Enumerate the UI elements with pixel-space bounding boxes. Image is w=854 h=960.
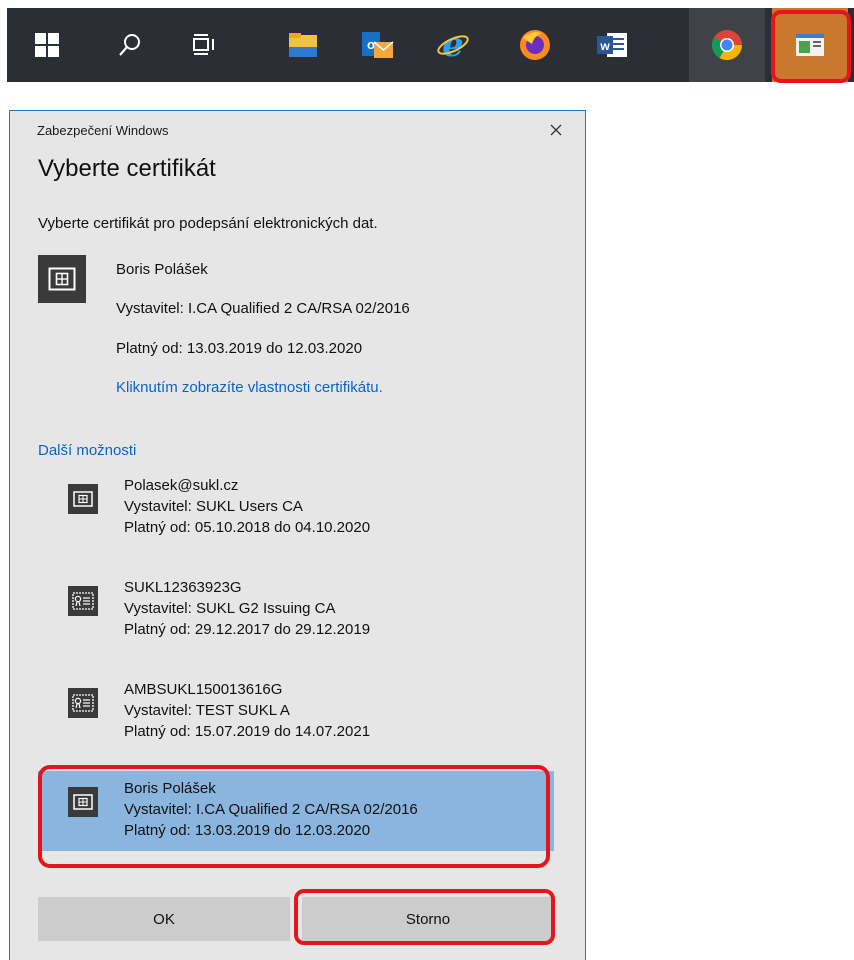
outlook-button[interactable]: o <box>349 8 405 82</box>
task-view-button[interactable] <box>177 8 233 82</box>
certificate-list-item[interactable]: AMBSUKL150013616G Vystavitel: TEST SUKL … <box>38 672 554 752</box>
word-icon: w <box>597 33 627 57</box>
search-icon <box>119 34 140 56</box>
close-button[interactable] <box>542 117 570 143</box>
certificate-list-item[interactable]: Polasek@sukl.cz Vystavitel: SUKL Users C… <box>38 468 554 548</box>
outlook-icon: o <box>362 32 394 58</box>
taskbar-highlight-frame <box>771 10 851 83</box>
firefox-button[interactable] <box>507 8 563 82</box>
cert-issuer: Vystavitel: SUKL Users CA <box>124 498 303 515</box>
file-explorer-button[interactable] <box>275 8 331 82</box>
chrome-button[interactable] <box>689 8 765 82</box>
cert-name: AMBSUKL150013616G <box>124 681 283 698</box>
certificate-badge-icon <box>68 688 98 718</box>
selected-cert-issuer: Vystavitel: I.CA Qualified 2 CA/RSA 02/2… <box>116 300 410 317</box>
firefox-icon <box>520 30 550 60</box>
cert-issuer: Vystavitel: SUKL G2 Issuing CA <box>124 600 336 617</box>
internet-explorer-button[interactable]: e <box>425 8 481 82</box>
certificate-properties-link[interactable]: Kliknutím zobrazíte vlastnosti certifiká… <box>116 379 383 396</box>
cert-validity: Platný od: 15.07.2019 do 14.07.2021 <box>124 723 371 740</box>
selected-cert-validity: Platný od: 13.03.2019 do 12.03.2020 <box>116 340 363 357</box>
svg-text:e: e <box>442 28 464 62</box>
internet-explorer-icon: e <box>437 28 469 62</box>
chrome-icon <box>711 30 742 61</box>
ok-button[interactable]: OK <box>38 897 290 941</box>
certificate-badge-icon <box>68 586 98 616</box>
more-options-link[interactable]: Další možnosti <box>38 442 136 459</box>
svg-text:o: o <box>367 37 375 52</box>
certificate-card-icon <box>68 787 98 817</box>
cancel-button[interactable]: Storno <box>302 897 554 941</box>
svg-text:w: w <box>599 39 610 53</box>
dialog-description: Vyberte certifikát pro podepsání elektro… <box>38 215 378 232</box>
taskbar: o e w <box>7 8 854 82</box>
cert-validity: Platný od: 13.03.2019 do 12.03.2020 <box>124 822 371 839</box>
cert-issuer: Vystavitel: I.CA Qualified 2 CA/RSA 02/2… <box>124 801 418 818</box>
selected-cert-name: Boris Polášek <box>116 261 208 278</box>
task-view-icon <box>193 34 214 55</box>
search-button[interactable] <box>102 8 158 82</box>
cert-validity: Platný od: 29.12.2017 do 29.12.2019 <box>124 621 371 638</box>
cert-issuer: Vystavitel: TEST SUKL A <box>124 702 290 719</box>
windows-start-icon <box>35 33 59 57</box>
file-explorer-icon <box>289 33 317 57</box>
cert-name: Polasek@sukl.cz <box>124 477 239 494</box>
cert-name: SUKL12363923G <box>124 579 242 596</box>
word-button[interactable]: w <box>584 8 640 82</box>
cert-validity: Platný od: 05.10.2018 do 04.10.2020 <box>124 519 371 536</box>
certificate-dialog: Zabezpečení Windows Vyberte certifikát V… <box>9 110 586 960</box>
start-button[interactable] <box>19 8 75 82</box>
certificate-card-icon <box>38 255 86 303</box>
certificate-list-item-selected[interactable]: Boris Polášek Vystavitel: I.CA Qualified… <box>38 771 554 851</box>
dialog-caption: Zabezpečení Windows <box>37 123 169 138</box>
dialog-title: Vyberte certifikát <box>38 155 216 182</box>
cert-name: Boris Polášek <box>124 780 216 797</box>
certificate-card-icon <box>68 484 98 514</box>
close-icon <box>550 124 562 136</box>
certificate-list-item[interactable]: SUKL12363923G Vystavitel: SUKL G2 Issuin… <box>38 570 554 650</box>
